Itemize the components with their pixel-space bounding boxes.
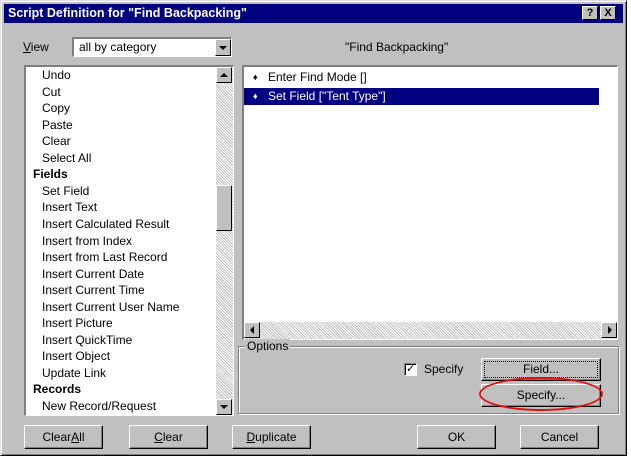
script-name-label: "Find Backpacking" — [345, 40, 449, 54]
close-icon: X — [604, 7, 612, 19]
clear-all-button[interactable]: Clear All — [24, 425, 103, 449]
command-list[interactable]: Undo Cut Copy Paste Clear Select All Fields Set… — [24, 65, 234, 416]
checkmark-icon: ✓ — [406, 363, 416, 375]
command-list-item[interactable]: Insert Current User Name — [42, 300, 179, 314]
command-list-item[interactable]: Clear — [42, 134, 71, 148]
view-label: View — [23, 40, 49, 54]
options-group-label: Options — [245, 339, 291, 353]
scroll-thumb[interactable] — [216, 185, 232, 231]
command-list-item[interactable]: Cut — [42, 85, 61, 99]
command-list-item[interactable]: Insert Object — [42, 349, 110, 363]
close-button[interactable]: X — [600, 6, 616, 20]
arrow-up-icon — [220, 73, 228, 77]
command-list-item[interactable]: Update Link — [42, 366, 106, 380]
step-move-icon[interactable]: ♦ — [253, 69, 258, 86]
script-steps-list[interactable]: ♦ Enter Find Mode [] ♦ Set Field ["Tent Typ… — [242, 65, 618, 340]
script-step-label: Set Field ["Tent Type"] — [268, 89, 386, 103]
scroll-up-button[interactable] — [216, 67, 232, 83]
field-button[interactable]: Field... — [481, 358, 601, 381]
command-list-item[interactable]: Insert Picture — [42, 316, 113, 330]
script-steps-hscrollbar[interactable] — [244, 322, 617, 339]
step-move-icon[interactable]: ♦ — [253, 88, 258, 105]
script-step[interactable]: ♦ Enter Find Mode [] — [244, 69, 599, 86]
command-list-item[interactable]: Insert Text — [42, 200, 97, 214]
view-dropdown-arrow[interactable] — [215, 39, 231, 56]
duplicate-button[interactable]: Duplicate — [232, 425, 311, 449]
ok-button[interactable]: OK — [417, 425, 496, 449]
arrow-right-icon — [608, 326, 612, 334]
command-list-item[interactable]: Insert from Last Record — [42, 250, 167, 264]
command-list-item[interactable]: Insert Current Time — [42, 283, 145, 297]
command-list-item[interactable]: Paste — [42, 118, 73, 132]
script-step-label: Enter Find Mode [] — [268, 70, 367, 84]
scroll-right-button[interactable] — [601, 322, 617, 338]
command-list-item[interactable]: New Record/Request — [42, 399, 156, 413]
title-bar: Script Definition for "Find Backpacking"… — [4, 4, 623, 23]
command-list-item[interactable]: Insert Calculated Result — [42, 217, 169, 231]
help-icon: ? — [586, 7, 594, 19]
specify-checkbox-label: Specify — [424, 362, 464, 376]
view-dropdown[interactable]: all by category — [72, 37, 232, 57]
chevron-down-icon — [219, 46, 227, 50]
command-list-item[interactable]: Insert from Index — [42, 234, 132, 248]
command-list-item[interactable]: Select All — [42, 151, 91, 165]
command-list-item[interactable]: Insert QuickTime — [42, 333, 132, 347]
arrow-down-icon — [220, 405, 228, 409]
command-category-header[interactable]: Fields — [33, 167, 68, 181]
script-step[interactable]: ♦ Set Field ["Tent Type"] — [244, 88, 599, 105]
script-definition-dialog: Script Definition for "Find Backpacking"… — [0, 0, 627, 456]
command-category-header[interactable]: Records — [33, 382, 81, 396]
command-list-scrollbar[interactable] — [216, 67, 233, 415]
specify-button[interactable]: Specify... — [481, 384, 601, 407]
command-list-item[interactable]: Insert Current Date — [42, 267, 144, 281]
cancel-button[interactable]: Cancel — [520, 425, 599, 449]
scroll-down-button[interactable] — [216, 399, 232, 415]
command-list-item[interactable]: Copy — [42, 101, 70, 115]
command-list-item[interactable]: Undo — [42, 68, 71, 82]
specify-checkbox[interactable]: ✓ — [404, 363, 417, 376]
scroll-left-button[interactable] — [244, 322, 260, 338]
view-selected-value: all by category — [79, 40, 157, 54]
window-title: Script Definition for "Find Backpacking" — [8, 6, 247, 20]
clear-button[interactable]: Clear — [129, 425, 208, 449]
help-button[interactable]: ? — [582, 6, 598, 20]
command-list-item[interactable]: Set Field — [42, 184, 89, 198]
arrow-left-icon — [250, 326, 254, 334]
